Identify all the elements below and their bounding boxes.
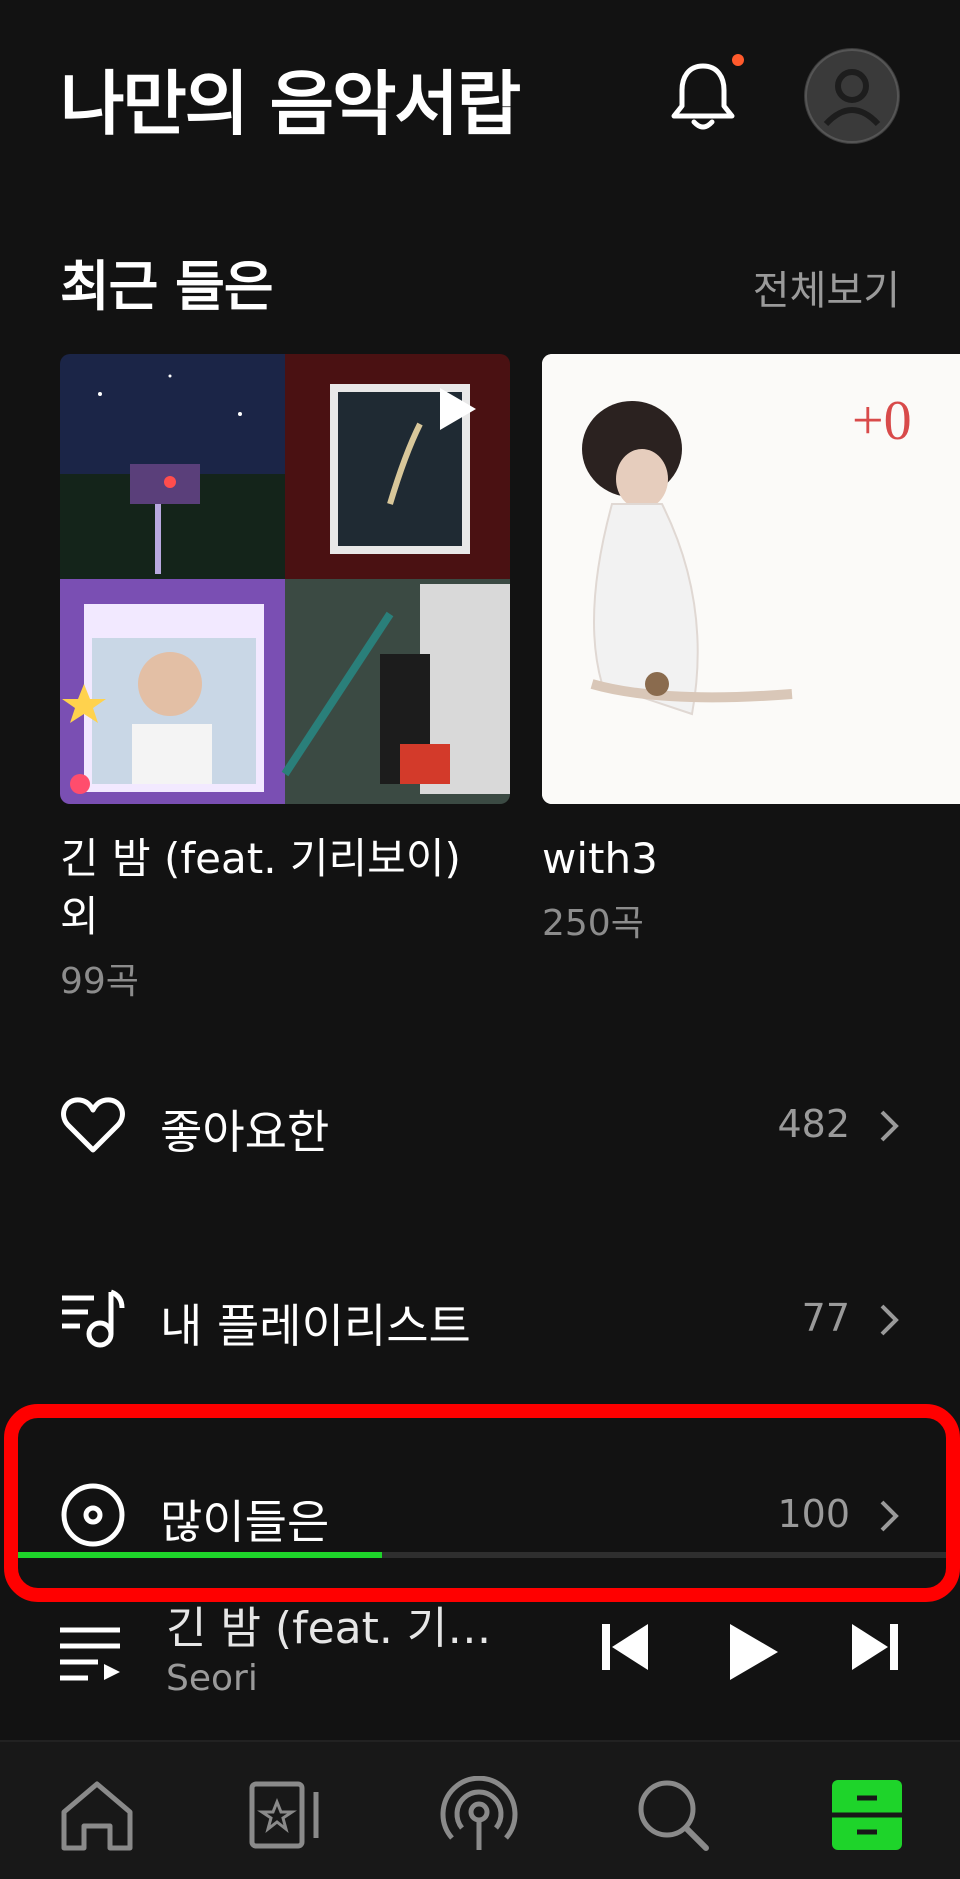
recent-card[interactable]: 긴 밤 (feat. 기리보이) 외 99곡 xyxy=(60,354,510,1004)
menu-label: 내 플레이리스트 xyxy=(160,1299,471,1353)
bell-icon[interactable] xyxy=(668,58,738,134)
section-title-recent: 최근 들은 xyxy=(60,255,274,318)
notification-dot xyxy=(732,54,744,66)
queue-icon[interactable] xyxy=(58,1622,122,1682)
see-all-link[interactable]: 전체보기 xyxy=(753,258,900,316)
play-icon[interactable] xyxy=(436,384,480,434)
highlight-box xyxy=(4,1404,960,1602)
star-card-icon[interactable] xyxy=(246,1776,324,1854)
search-icon[interactable] xyxy=(634,1776,712,1854)
user-avatar-icon xyxy=(805,49,899,143)
mini-player[interactable]: 긴 밤 (feat. 기리보이) Seori xyxy=(0,1592,960,1742)
next-icon[interactable] xyxy=(848,1620,902,1674)
chevron-right-icon xyxy=(880,1110,899,1142)
menu-label: 좋아요한 xyxy=(160,1105,330,1159)
bottom-tab-bar xyxy=(0,1742,960,1879)
play-icon[interactable] xyxy=(722,1620,782,1684)
card-title: 긴 밤 (feat. 기리보이) 외 xyxy=(60,834,461,941)
card-title: with3 xyxy=(542,834,658,883)
menu-count: 482 xyxy=(777,1102,850,1146)
now-playing-title: 긴 밤 (feat. 기리보이) xyxy=(166,1603,516,1654)
svg-text:+0: +0 xyxy=(852,390,912,452)
collage-cover[interactable] xyxy=(60,354,510,804)
podcast-icon[interactable] xyxy=(440,1776,518,1854)
album-cover[interactable]: +0 xyxy=(542,354,960,804)
header: 나만의 음악서랍 xyxy=(0,0,960,190)
menu-row-liked[interactable]: 좋아요한 482 xyxy=(0,1072,960,1182)
previous-icon[interactable] xyxy=(598,1620,652,1674)
chevron-right-icon xyxy=(880,1304,899,1336)
page-title: 나만의 음악서랍 xyxy=(60,63,521,145)
recent-card[interactable]: +0 with3 250곡 xyxy=(542,354,960,946)
playlist-music-icon xyxy=(62,1289,125,1348)
heart-icon xyxy=(61,1097,125,1153)
drawer-icon[interactable] xyxy=(828,1776,906,1854)
card-count: 99곡 xyxy=(60,961,139,1002)
card-count: 250곡 xyxy=(542,903,644,944)
menu-count: 77 xyxy=(801,1296,850,1340)
avatar[interactable] xyxy=(804,48,900,144)
now-playing-artist: Seori xyxy=(166,1658,258,1699)
menu-row-playlists[interactable]: 내 플레이리스트 77 xyxy=(0,1266,960,1376)
home-icon[interactable] xyxy=(58,1776,136,1854)
